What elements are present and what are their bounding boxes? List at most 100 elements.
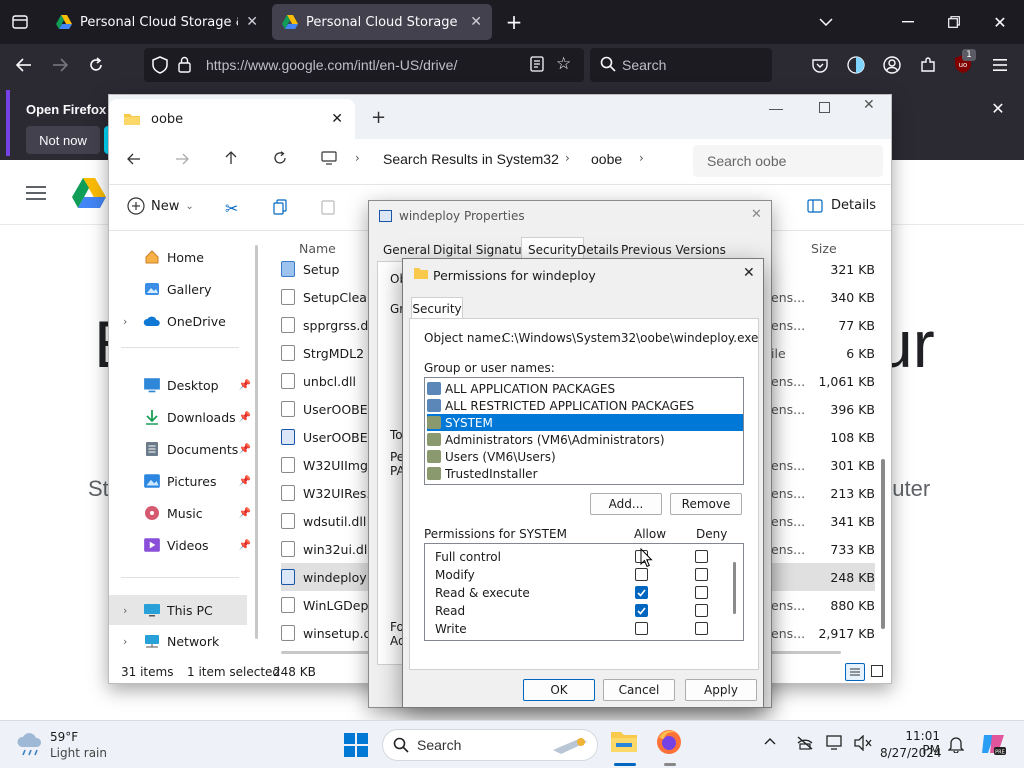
remove-button[interactable]: Remove bbox=[670, 493, 742, 515]
deny-checkbox[interactable] bbox=[695, 586, 708, 599]
allow-checkbox[interactable] bbox=[635, 622, 648, 635]
nav-item-downloads[interactable]: Downloads 📌 bbox=[109, 403, 257, 431]
tab-list-icon[interactable] bbox=[8, 10, 32, 34]
column-header-size[interactable]: Size bbox=[811, 241, 837, 256]
cancel-button[interactable]: Cancel bbox=[603, 679, 675, 701]
new-tab-icon[interactable]: + bbox=[371, 107, 386, 128]
expand-chevron-icon[interactable]: › bbox=[123, 635, 143, 648]
allow-checkbox[interactable] bbox=[635, 568, 648, 581]
details-view-button[interactable] bbox=[845, 663, 865, 681]
pocket-icon[interactable] bbox=[808, 53, 832, 77]
breadcrumb-item[interactable]: Search Results in System32 bbox=[383, 151, 559, 167]
deny-checkbox[interactable] bbox=[695, 568, 708, 581]
ok-button[interactable]: OK bbox=[523, 679, 595, 701]
windows-start-icon[interactable] bbox=[344, 733, 368, 757]
refresh-icon[interactable] bbox=[273, 151, 287, 165]
close-window-icon[interactable]: ✕ bbox=[863, 97, 875, 113]
user-list-item[interactable]: Users (VM6\Users) bbox=[427, 448, 743, 465]
shield-icon[interactable] bbox=[152, 56, 168, 74]
back-icon[interactable] bbox=[127, 153, 141, 165]
deny-checkbox[interactable] bbox=[695, 604, 708, 617]
not-now-button[interactable]: Not now bbox=[26, 126, 100, 154]
column-header-name[interactable]: Name bbox=[299, 241, 336, 256]
ublock-origin-icon[interactable]: uo 1 bbox=[952, 49, 976, 77]
firefox-taskbar-icon[interactable] bbox=[656, 729, 686, 766]
pin-icon[interactable]: 📌 bbox=[239, 412, 251, 423]
nav-item-documents[interactable]: Documents 📌 bbox=[109, 435, 257, 463]
close-tab-icon[interactable]: ✕ bbox=[470, 14, 482, 30]
pin-icon[interactable]: 📌 bbox=[239, 508, 251, 519]
user-list-item[interactable]: SYSTEM bbox=[427, 414, 743, 431]
reader-view-icon[interactable] bbox=[530, 56, 544, 72]
file-explorer-taskbar-icon[interactable] bbox=[610, 729, 640, 766]
add-button[interactable]: Add... bbox=[590, 493, 662, 515]
explorer-tab[interactable]: oobe ✕ bbox=[109, 99, 355, 139]
allow-checkbox[interactable] bbox=[635, 586, 648, 599]
user-list-item[interactable]: ALL RESTRICTED APPLICATION PACKAGES bbox=[427, 397, 743, 414]
weather-desc[interactable]: Light rain bbox=[50, 746, 107, 760]
user-list[interactable]: ALL APPLICATION PACKAGES ALL RESTRICTED A… bbox=[424, 377, 744, 485]
close-dialog-icon[interactable]: ✕ bbox=[751, 207, 762, 222]
weather-rain-icon[interactable] bbox=[16, 731, 44, 757]
file-list-scrollbar[interactable] bbox=[881, 459, 885, 629]
user-list-item[interactable]: Administrators (VM6\Administrators) bbox=[427, 431, 743, 448]
minimize-icon[interactable] bbox=[896, 10, 920, 34]
copilot-icon[interactable]: PRE bbox=[980, 731, 1006, 757]
volume-muted-icon[interactable] bbox=[854, 735, 872, 751]
user-list-item[interactable]: TrustedInstaller bbox=[427, 465, 743, 482]
up-icon[interactable] bbox=[225, 151, 237, 165]
reload-icon[interactable] bbox=[84, 53, 108, 77]
browser-search-box[interactable]: Search bbox=[590, 48, 772, 82]
forward-icon[interactable] bbox=[48, 53, 72, 77]
url-text[interactable]: https://www.google.com/intl/en-US/drive/ bbox=[206, 57, 457, 73]
close-dialog-icon[interactable]: ✕ bbox=[743, 265, 755, 281]
pin-icon[interactable]: 📌 bbox=[239, 476, 251, 487]
nav-item-pictures[interactable]: Pictures 📌 bbox=[109, 467, 257, 495]
close-notification-icon[interactable]: ✕ bbox=[986, 96, 1010, 120]
pin-icon[interactable]: 📌 bbox=[239, 380, 251, 391]
browser-tab-1[interactable]: Personal Cloud Storage & File S ✕ bbox=[46, 4, 268, 40]
extensions-icon[interactable] bbox=[916, 53, 940, 77]
new-button[interactable]: New ⌄ bbox=[127, 197, 194, 215]
weather-temp[interactable]: 59°F bbox=[50, 730, 78, 744]
clock-date[interactable]: 8/27/2024 bbox=[880, 746, 942, 760]
nav-item-music[interactable]: Music 📌 bbox=[109, 499, 257, 527]
expand-chevron-icon[interactable]: › bbox=[123, 315, 143, 328]
back-icon[interactable] bbox=[12, 53, 36, 77]
close-tab-icon[interactable]: ✕ bbox=[246, 14, 258, 30]
nav-item-home[interactable]: Home bbox=[109, 243, 257, 271]
lock-icon[interactable] bbox=[178, 56, 191, 73]
nav-item-videos[interactable]: Videos 📌 bbox=[109, 531, 257, 559]
breadcrumb-item[interactable]: oobe bbox=[591, 151, 622, 167]
chevron-down-icon[interactable] bbox=[814, 10, 838, 34]
url-bar[interactable]: https://www.google.com/intl/en-US/drive/… bbox=[144, 48, 584, 82]
nav-item-onedrive[interactable]: › OneDrive bbox=[109, 307, 257, 335]
display-icon[interactable] bbox=[826, 735, 844, 751]
minimize-icon[interactable] bbox=[769, 109, 783, 110]
restore-icon[interactable] bbox=[942, 10, 966, 34]
chevron-up-icon[interactable] bbox=[764, 737, 776, 745]
pin-icon[interactable]: 📌 bbox=[239, 444, 251, 455]
permission-list-scrollbar[interactable] bbox=[733, 562, 736, 614]
nav-item-gallery[interactable]: Gallery bbox=[109, 275, 257, 303]
taskbar-search[interactable]: Search bbox=[382, 729, 598, 761]
user-list-item[interactable]: ALL APPLICATION PACKAGES bbox=[427, 380, 743, 397]
browser-tab-2[interactable]: Personal Cloud Storage & File S ✕ bbox=[272, 4, 492, 40]
cut-icon[interactable]: ✂ bbox=[225, 199, 238, 218]
nav-item-network[interactable]: › Network bbox=[109, 627, 257, 655]
deny-checkbox[interactable] bbox=[695, 550, 708, 563]
close-window-icon[interactable]: ✕ bbox=[988, 10, 1012, 34]
apply-button[interactable]: Apply bbox=[685, 679, 757, 701]
large-icons-view-icon[interactable] bbox=[871, 665, 883, 677]
pin-icon[interactable]: 📌 bbox=[239, 540, 251, 551]
nav-scrollbar[interactable] bbox=[255, 245, 258, 639]
nav-item-desktop[interactable]: Desktop 📌 bbox=[109, 371, 257, 399]
explorer-search-box[interactable]: Search oobe bbox=[693, 145, 883, 177]
vpn-icon[interactable] bbox=[844, 53, 868, 77]
forward-icon[interactable] bbox=[175, 153, 189, 165]
network-off-icon[interactable] bbox=[796, 735, 814, 751]
paste-icon[interactable] bbox=[321, 199, 335, 215]
hamburger-menu-icon[interactable] bbox=[988, 53, 1012, 77]
details-pane-button[interactable]: Details bbox=[807, 198, 876, 213]
account-icon[interactable] bbox=[880, 53, 904, 77]
